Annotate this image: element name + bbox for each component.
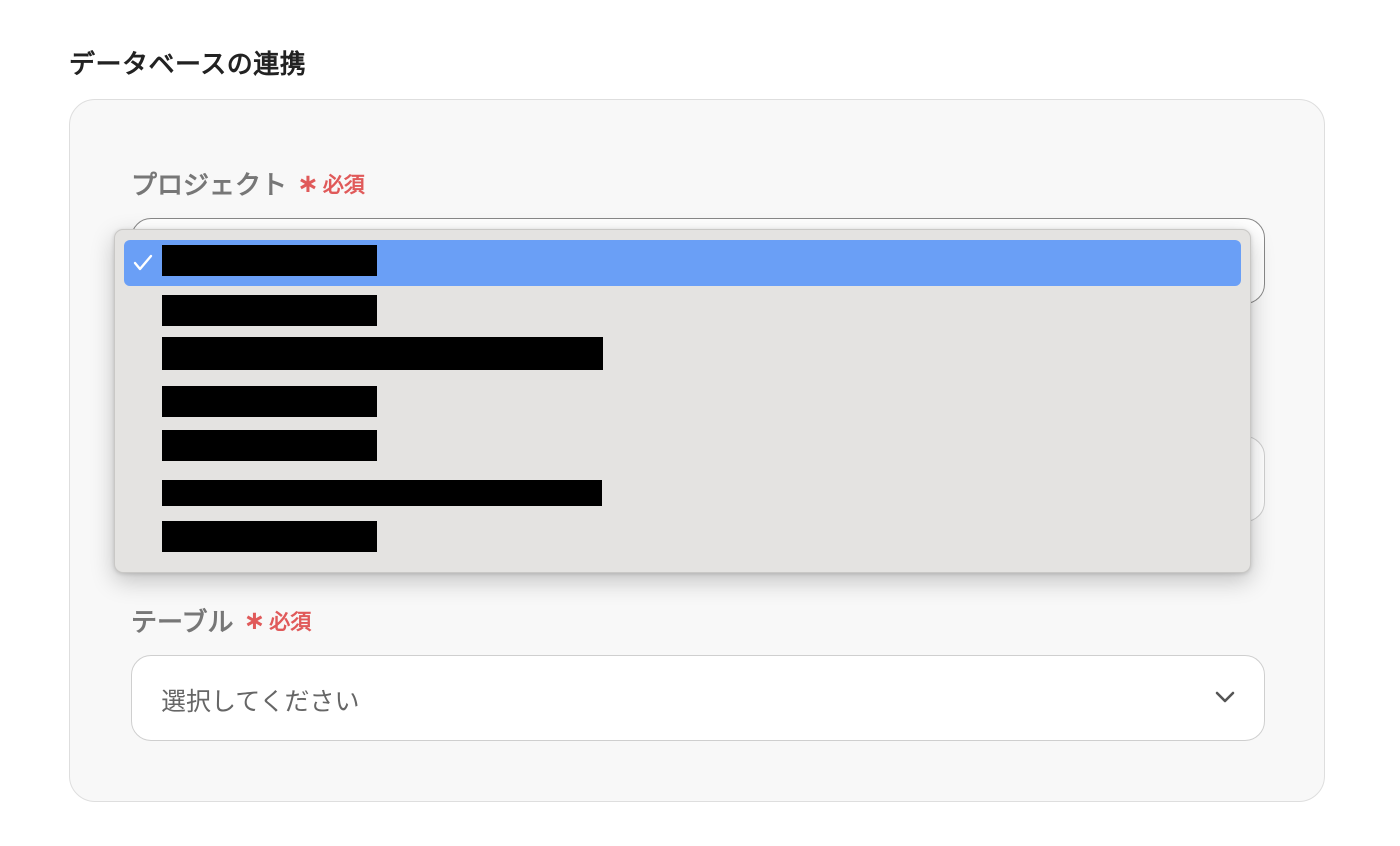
dropdown-option[interactable] [124,517,1241,557]
table-select[interactable]: 選択してください [131,655,1265,741]
checkmark-icon [133,254,153,271]
redacted-option-text [162,337,603,370]
required-badge: 必須 [269,609,312,634]
redacted-option-text [162,295,377,326]
table-select-placeholder: 選択してください [161,687,360,716]
redacted-option-text [162,521,377,552]
dropdown-option[interactable] [124,476,1241,512]
dropdown-option[interactable] [124,332,1241,374]
required-star-icon: ∗ [297,168,319,199]
chevron-down-icon [1215,691,1235,703]
table-label-text: テーブル [131,608,234,638]
dropdown-option[interactable] [124,290,1241,330]
required-star-icon: ∗ [243,605,266,636]
project-dropdown-menu [114,229,1251,573]
required-badge: 必須 [322,172,365,197]
dropdown-option[interactable] [124,240,1241,286]
dropdown-option[interactable] [124,382,1241,422]
redacted-option-text [162,430,377,461]
redacted-option-text [162,386,377,417]
table-field-label: テーブル ∗ 必須 [131,602,311,639]
dropdown-option[interactable] [124,426,1241,466]
redacted-option-text [162,245,377,276]
project-label-text: プロジェクト [131,171,288,201]
redacted-option-text [162,480,602,506]
section-title: データベースの連携 [69,50,307,80]
project-field-label: プロジェクト ∗ 必須 [131,165,365,202]
